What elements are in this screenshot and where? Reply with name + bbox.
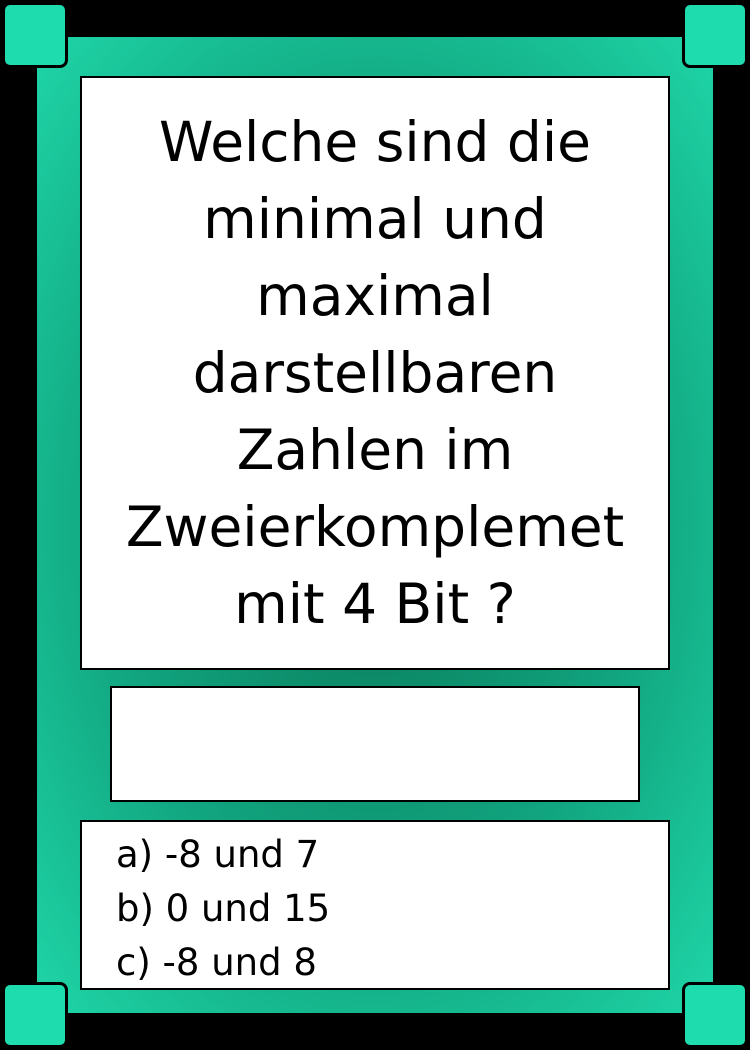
option-c[interactable]: c) -8 und 8: [116, 936, 668, 990]
option-a[interactable]: a) -8 und 7: [116, 828, 668, 882]
answer-field[interactable]: [110, 686, 640, 802]
frame-corner-bottom-left: [2, 982, 68, 1048]
frame-corner-bottom-right: [682, 982, 748, 1048]
frame-rail-top: [60, 8, 690, 34]
options-panel: a) -8 und 7 b) 0 und 15 c) -8 und 8: [80, 820, 670, 990]
options-list: a) -8 und 7 b) 0 und 15 c) -8 und 8: [116, 828, 668, 990]
option-b[interactable]: b) 0 und 15: [116, 882, 668, 936]
frame-rail-right: [716, 60, 742, 990]
question-panel: Welche sind die minimal und maximal dars…: [80, 76, 670, 670]
frame-corner-top-right: [682, 2, 748, 68]
frame-corner-top-left: [2, 2, 68, 68]
frame-rail-bottom: [60, 1016, 690, 1042]
frame-rail-left: [8, 60, 34, 990]
question-text: Welche sind die minimal und maximal dars…: [125, 109, 625, 636]
